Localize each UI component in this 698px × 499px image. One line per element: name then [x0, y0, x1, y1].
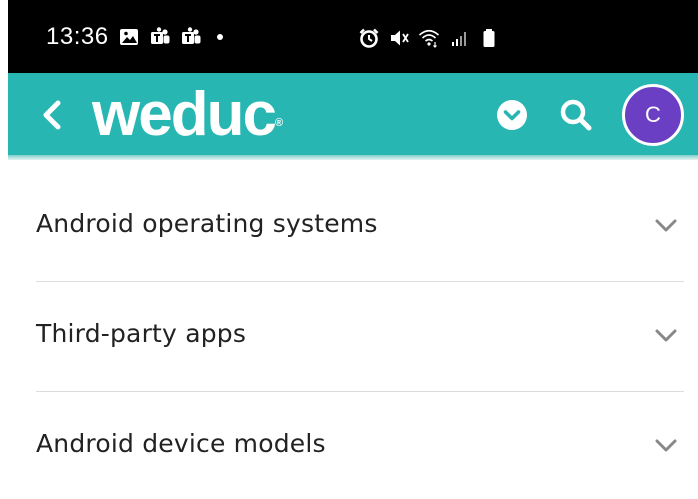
chevron-down-icon: [655, 439, 677, 452]
chevron-down-circle-icon[interactable]: [496, 99, 528, 131]
section-label: Third-party apps: [36, 319, 247, 348]
section-label: Android operating systems: [36, 209, 378, 238]
mute-icon: [391, 30, 409, 46]
section-label: Android device models: [36, 429, 326, 458]
alarm-icon: [359, 28, 379, 48]
status-bar-right: [358, 24, 500, 52]
registered-mark: ®: [274, 117, 284, 129]
search-icon[interactable]: [556, 95, 596, 135]
weduc-logo: weduc®: [92, 83, 283, 147]
user-avatar[interactable]: C: [622, 84, 684, 146]
teams-icon: [181, 27, 201, 44]
section-android-device-models[interactable]: Android device models: [36, 392, 684, 499]
section-android-operating-systems[interactable]: Android operating systems: [36, 172, 684, 282]
image-icon: [119, 29, 138, 45]
avatar-initial: C: [645, 102, 661, 127]
status-bar-left: 13:36: [46, 22, 223, 52]
page: 13:36 weduc® C Android operating systems…: [0, 0, 698, 499]
status-time: 13:36: [46, 23, 109, 50]
chevron-down-icon: [655, 329, 677, 342]
section-third-party-apps[interactable]: Third-party apps: [36, 282, 684, 392]
wifi-icon: [418, 29, 440, 48]
back-chevron-icon[interactable]: [36, 95, 70, 135]
app-bar-shadow: [8, 155, 698, 160]
signal-icon: [452, 32, 466, 46]
app-bar: weduc® C: [8, 73, 698, 155]
status-bar: 13:36: [8, 0, 698, 73]
logo-text: weduc: [92, 80, 277, 149]
notification-dot-icon: [216, 34, 223, 40]
section-list: Android operating systems Third-party ap…: [36, 172, 684, 499]
chevron-down-icon: [655, 219, 677, 232]
battery-icon: [483, 29, 495, 47]
teams-icon: [150, 27, 170, 44]
